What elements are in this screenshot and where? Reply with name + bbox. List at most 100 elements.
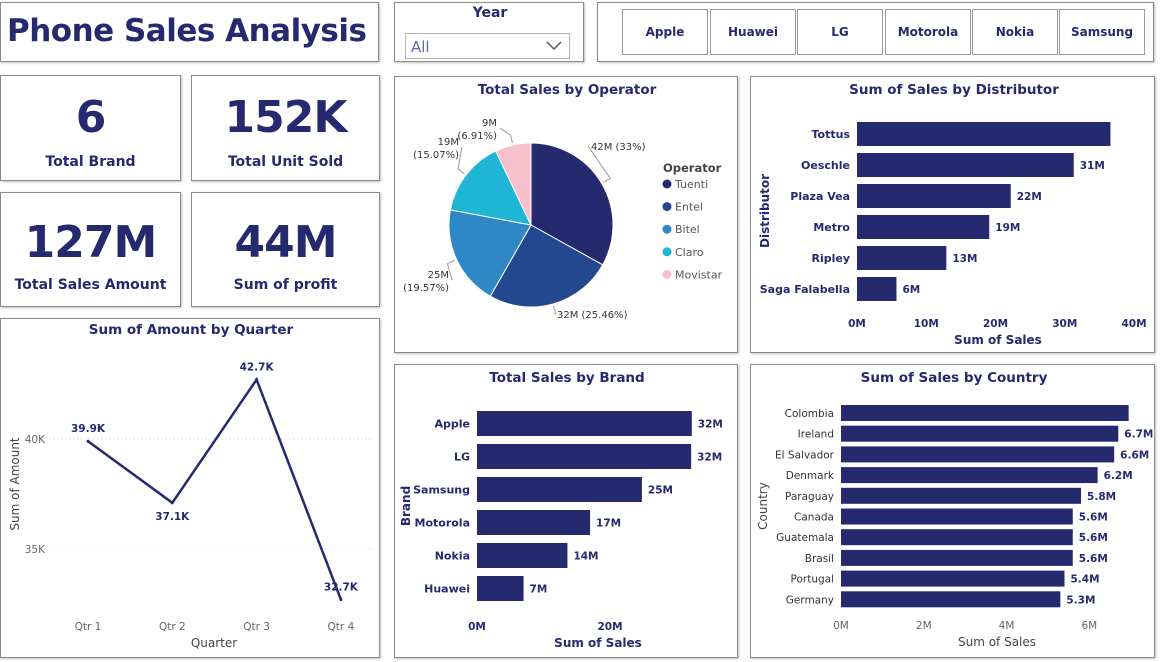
bar: [841, 549, 1073, 566]
brand-bar-chart: Total Sales by Brand Apple 32M LG 32M Samsung…: [399, 370, 723, 650]
brand-button-motorola[interactable]: Motorola: [885, 9, 971, 55]
category-label: Tottus: [812, 128, 851, 141]
data-label: 32.7K: [324, 582, 359, 594]
data-label: 6.2M: [1104, 470, 1133, 482]
bar: [841, 529, 1073, 546]
x-axis-label: Quarter: [191, 636, 237, 650]
data-label: 14M: [573, 551, 598, 563]
category-label: Denmark: [786, 470, 835, 482]
x-tick-label: 0M: [833, 620, 849, 632]
legend-marker: [662, 179, 672, 189]
bar: [841, 487, 1082, 504]
y-tick-label: 40K: [25, 434, 46, 446]
bar: [477, 444, 692, 469]
category-label: Germany: [786, 594, 834, 606]
x-tick-label: 0M: [848, 318, 866, 330]
brand-button-huawei[interactable]: Huawei: [710, 9, 796, 55]
brand-button-lg[interactable]: LG: [797, 9, 883, 55]
data-label: 19M: [438, 137, 459, 148]
data-label: 13M: [952, 253, 977, 265]
series-line: [87, 376, 343, 601]
category-label: Samsung: [413, 484, 470, 497]
kpi-card-sum-of-profit: 44M Sum of profit: [191, 192, 380, 307]
bar: [841, 591, 1061, 608]
data-label: 19M: [995, 222, 1020, 234]
data-label: 5.3M: [1066, 594, 1095, 606]
bar: [857, 184, 1011, 208]
data-label: 37.1K: [155, 511, 190, 523]
data-label: 5.6M: [1079, 553, 1108, 565]
brand-button-samsung[interactable]: Samsung: [1059, 9, 1145, 55]
data-label: 6.6M: [1120, 449, 1149, 461]
data-label: 5.8M: [1087, 491, 1116, 503]
bar: [477, 543, 568, 568]
year-slicer: Year All: [394, 2, 584, 62]
category-label: Nokia: [435, 550, 470, 563]
bar: [857, 122, 1111, 146]
data-label: 42.7K: [240, 362, 275, 374]
x-tick-label: 4M: [999, 620, 1015, 632]
data-label: 5.4M: [1070, 574, 1099, 586]
kpi-label: Total Unit Sold: [227, 154, 344, 170]
bar: [841, 508, 1073, 525]
y-axis-label: Brand: [399, 486, 413, 526]
quarter-line-chart: Sum of Amount by Quarter 35K 40K 39.9K Qtr 1…: [8, 322, 373, 650]
chart-card-brand: Total Sales by Brand Apple 32M LG 32M Samsung…: [394, 364, 738, 658]
category-label: Brasil: [805, 553, 834, 565]
x-tick-label: 20M: [983, 318, 1008, 330]
category-label: Plaza Vea: [790, 190, 850, 203]
leader-line: [499, 127, 513, 144]
kpi-value: 127M: [24, 217, 158, 268]
legend-title: Operator: [663, 161, 722, 175]
chart-title: Sum of Sales by Country: [861, 370, 1048, 386]
x-axis-label: Sum of Sales: [954, 333, 1042, 347]
data-label: 42M (33%): [591, 142, 646, 153]
year-dropdown[interactable]: All: [405, 33, 570, 59]
kpi-value: 152K: [224, 92, 348, 143]
data-label: 9M: [482, 118, 497, 129]
x-tick-label: Qtr 1: [75, 621, 102, 633]
legend-marker: [662, 269, 672, 279]
bar: [857, 246, 947, 270]
category-label: Paraguay: [785, 491, 834, 503]
x-axis-label: Sum of Sales: [958, 635, 1036, 649]
brand-button-nokia[interactable]: Nokia: [972, 9, 1058, 55]
bar: [477, 510, 591, 535]
bar: [841, 570, 1065, 587]
kpi-label: Total Sales Amount: [14, 277, 167, 293]
kpi-value: 6: [75, 92, 107, 143]
y-axis-label: Sum of Amount: [8, 437, 22, 531]
bar: [841, 425, 1119, 442]
kpi-card-total-sales-amount: 127M Total Sales Amount: [0, 192, 181, 307]
x-tick-label: Qtr 4: [328, 621, 355, 633]
brand-button-apple[interactable]: Apple: [622, 9, 708, 55]
category-label: Canada: [794, 512, 834, 524]
category-label: Colombia: [785, 408, 834, 420]
bar: [477, 411, 692, 436]
country-bar-chart: Sum of Sales by Country Colombia Ireland 6.…: [756, 370, 1153, 649]
kpi-value: 44M: [234, 217, 337, 268]
legend-item: Movistar: [675, 268, 723, 281]
data-point: [339, 598, 343, 602]
operator-pie-chart: Total Sales by Operator 42M (33%) 32M (25.…: [403, 82, 723, 321]
bar: [857, 215, 990, 239]
category-label: LG: [454, 451, 470, 464]
kpi-card-total-unit-sold: 152K Total Unit Sold: [191, 75, 380, 181]
category-label: Ripley: [811, 252, 850, 265]
legend-marker: [662, 247, 672, 257]
category-label: Metro: [813, 221, 850, 234]
category-label: El Salvador: [775, 449, 835, 461]
legend-item: Claro: [675, 246, 704, 259]
x-tick-label: 0M: [468, 621, 486, 633]
leader-line: [457, 146, 465, 175]
data-point: [86, 439, 90, 443]
x-tick-label: 20M: [597, 621, 622, 633]
category-label: Guatemala: [776, 532, 834, 544]
y-tick-label: 35K: [25, 544, 46, 556]
x-tick-label: 2M: [916, 620, 932, 632]
x-tick-label: 40M: [1121, 318, 1146, 330]
category-label: Motorola: [415, 517, 471, 530]
bar: [857, 153, 1074, 177]
x-tick-label: 30M: [1052, 318, 1077, 330]
bar: [841, 446, 1115, 463]
